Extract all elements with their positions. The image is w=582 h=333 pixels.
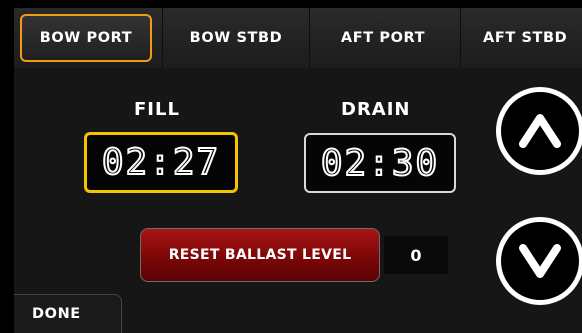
tab-bow-port[interactable]: BOW PORT (20, 14, 152, 62)
chevron-up-icon (519, 114, 561, 148)
fill-time-value: 02:27 (101, 141, 221, 184)
ballast-level-value: 0 (384, 236, 448, 274)
decrease-button[interactable] (496, 217, 582, 305)
fill-label: FILL (134, 99, 180, 120)
fill-timer[interactable]: 02:27 (84, 132, 238, 193)
tab-bow-stbd[interactable]: BOW STBD (163, 14, 309, 62)
increase-button[interactable] (496, 87, 582, 175)
done-button[interactable]: DONE (14, 294, 122, 333)
drain-label: DRAIN (341, 99, 411, 120)
reset-ballast-level-button[interactable]: RESET BALLAST LEVEL (140, 228, 380, 282)
tank-tab-bar: BOW PORT BOW STBD AFT PORT AFT STBD (14, 8, 582, 69)
tab-aft-stbd[interactable]: AFT STBD (461, 14, 582, 62)
chevron-down-icon (519, 244, 561, 278)
ballast-control-screen: BOW PORT BOW STBD AFT PORT AFT STBD FILL… (0, 0, 582, 333)
drain-time-value: 02:30 (320, 142, 440, 185)
drain-timer[interactable]: 02:30 (304, 133, 456, 193)
tab-aft-port[interactable]: AFT PORT (310, 14, 456, 62)
